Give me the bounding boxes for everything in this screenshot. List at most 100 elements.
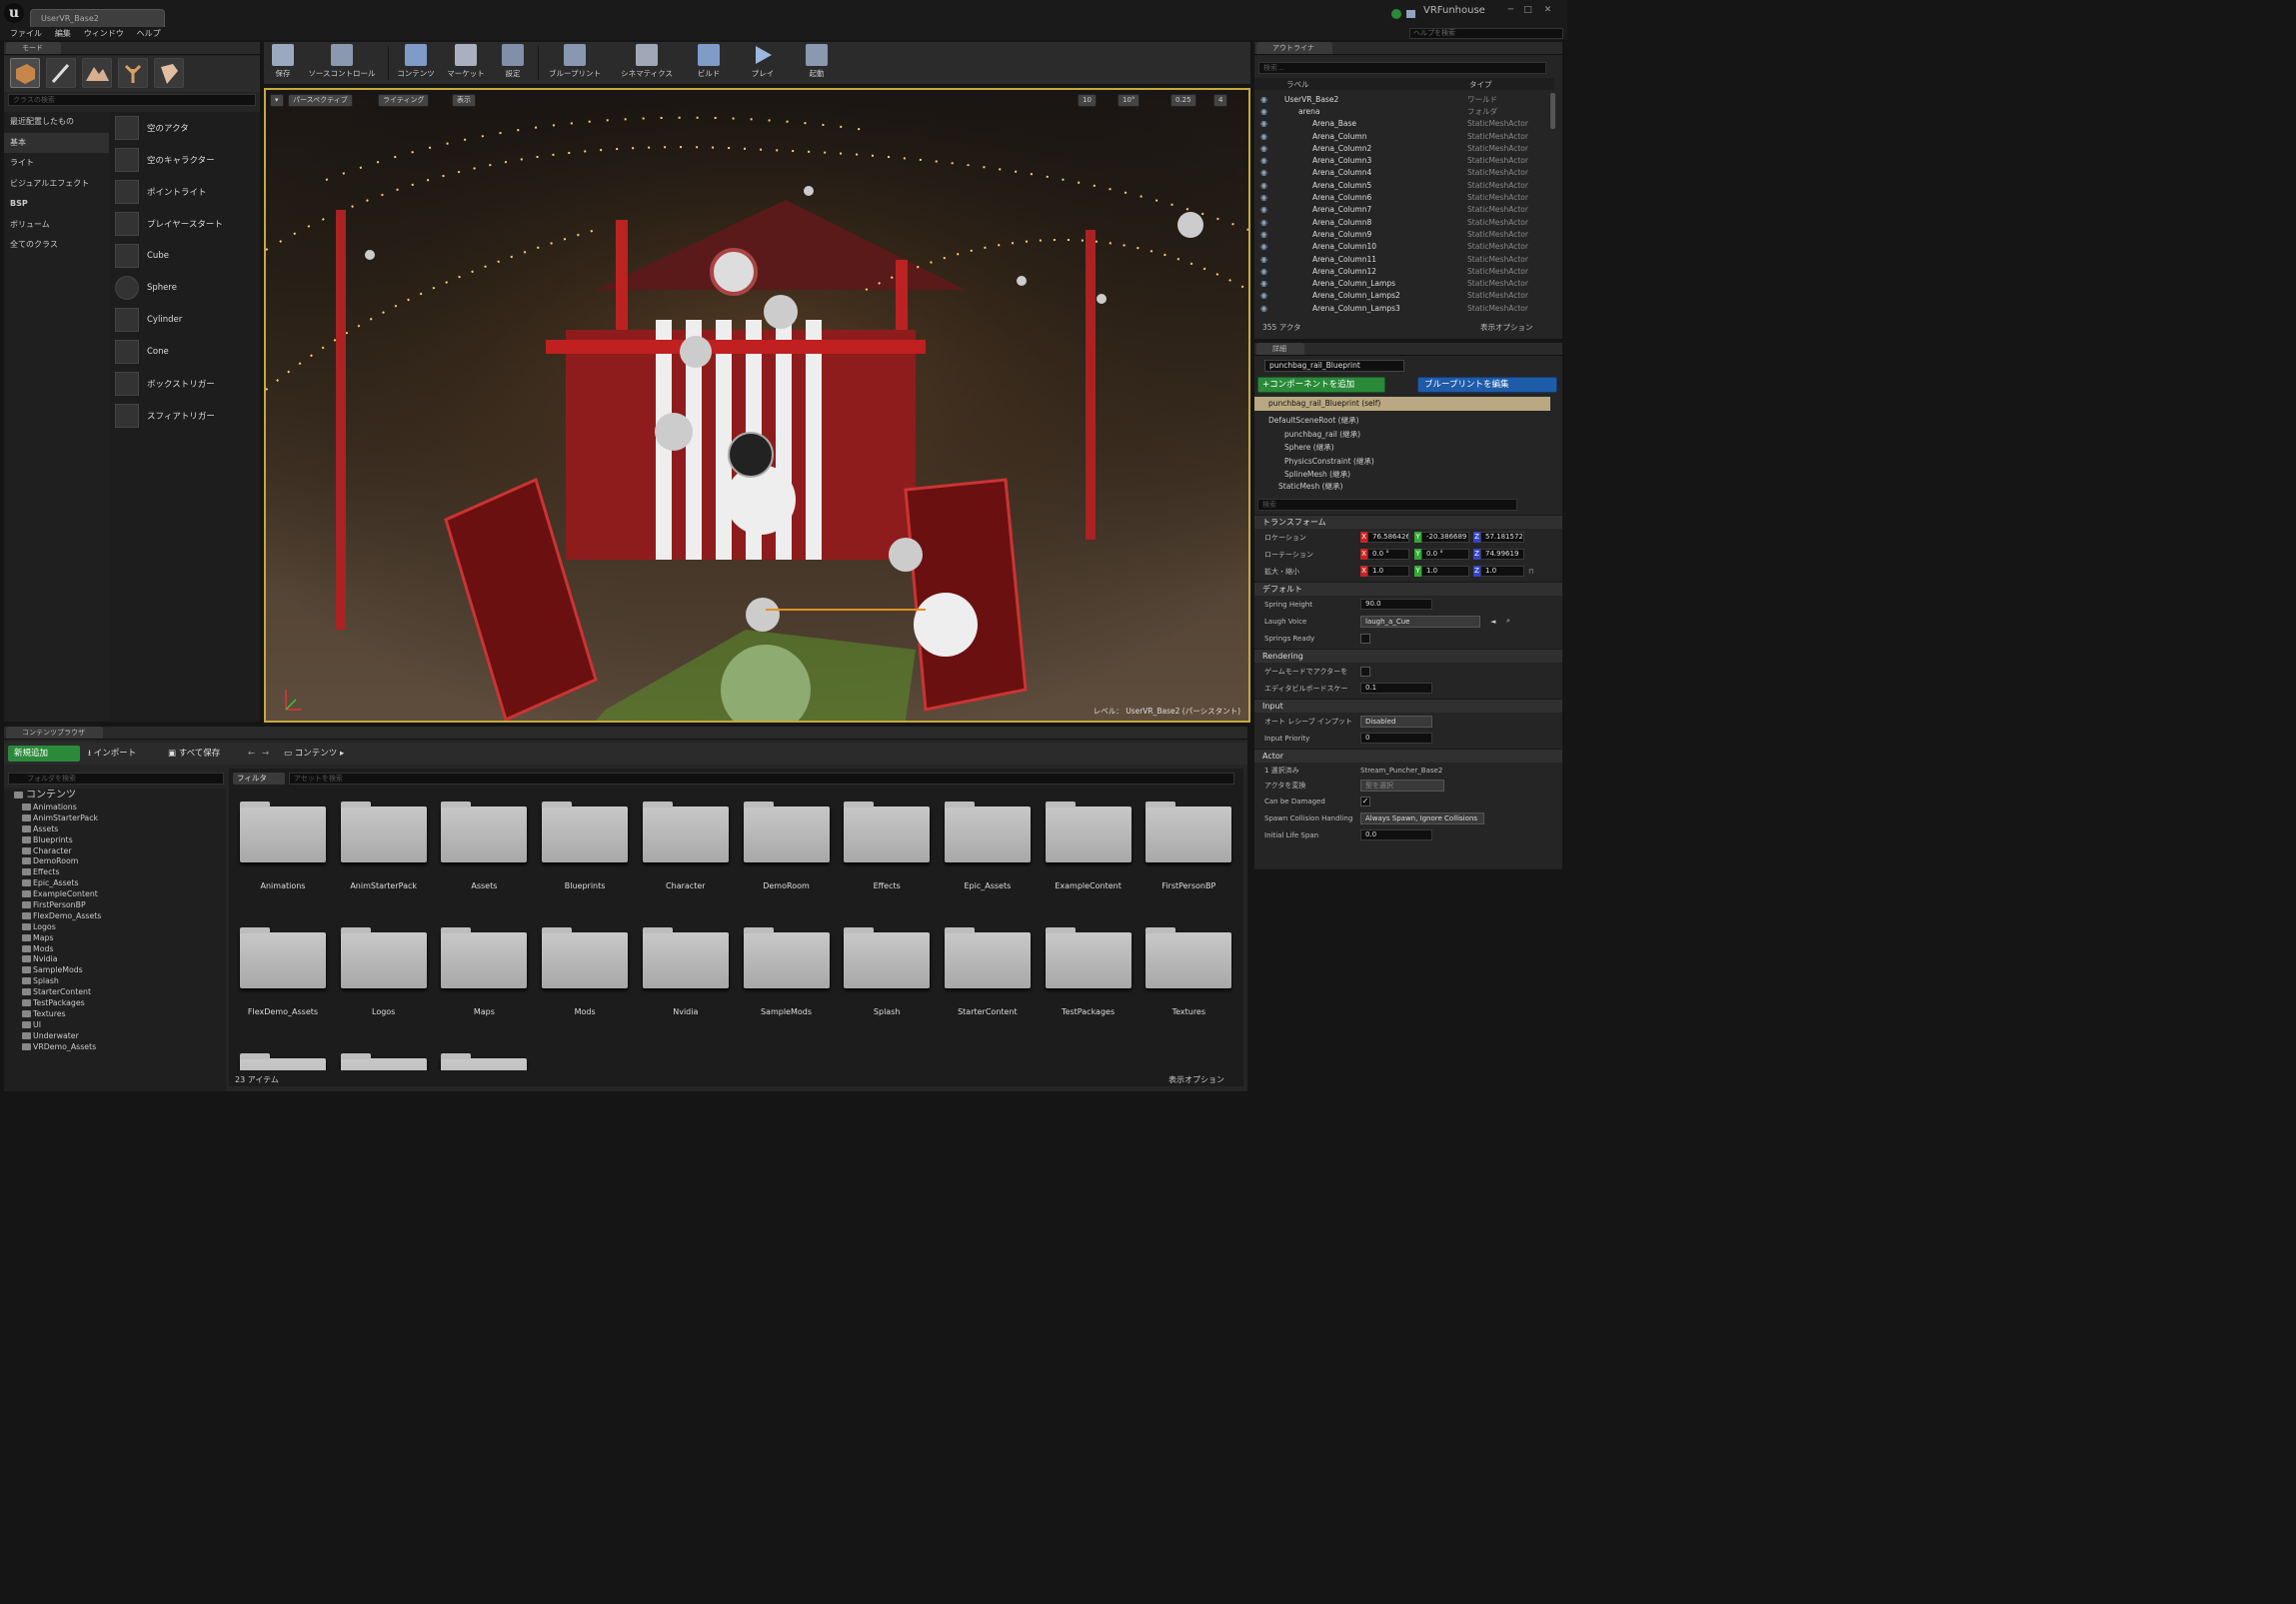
folder-tile[interactable]: Mods: [537, 914, 633, 1034]
item-cube[interactable]: Cube: [109, 240, 260, 272]
folder-tile[interactable]: FirstPersonBP: [1141, 789, 1233, 908]
outliner-row[interactable]: ◉ Arena_Column5 StaticMeshActor: [1254, 179, 1548, 191]
scale-snap-value[interactable]: 0.25: [1170, 94, 1196, 107]
folder-tile[interactable]: Textures: [1141, 914, 1233, 1034]
scene-render[interactable]: ▾ パースペクティブ ライティング 表示 10 10° 0.25 4 レベル： …: [266, 90, 1248, 721]
editor-billboard-field[interactable]: 0.1: [1360, 683, 1432, 694]
folder-tile[interactable]: Nvidia: [638, 914, 734, 1034]
visibility-eye-icon[interactable]: ◉: [1260, 205, 1270, 214]
settings-button[interactable]: 設定: [496, 44, 530, 82]
item-point-light[interactable]: ポイントライト: [109, 176, 260, 208]
outliner-row[interactable]: ◉ Arena_Base StaticMeshActor: [1254, 118, 1548, 130]
component-row[interactable]: SplineMesh (継承): [1262, 468, 1550, 482]
outliner-row[interactable]: ◉ Arena_Column6 StaticMeshActor: [1254, 191, 1548, 203]
minimize-button[interactable]: ─: [1504, 6, 1517, 15]
visibility-eye-icon[interactable]: ◉: [1260, 255, 1270, 264]
asset-search-input[interactable]: アセットを検索: [289, 773, 1234, 785]
maximize-button[interactable]: □: [1521, 6, 1534, 15]
visibility-eye-icon[interactable]: ◉: [1260, 132, 1270, 141]
visibility-eye-icon[interactable]: ◉: [1260, 95, 1270, 104]
menu-help[interactable]: ヘルプ: [137, 27, 161, 40]
tree-folder-item[interactable]: TestPackages: [4, 997, 226, 1008]
place-mode-icon[interactable]: [10, 58, 40, 88]
landscape-mode-icon[interactable]: [82, 58, 112, 88]
item-empty-character[interactable]: 空のキャラクター: [109, 144, 260, 176]
lock-icon[interactable]: ⊓: [1528, 568, 1533, 576]
hidden-in-game-checkbox[interactable]: [1360, 666, 1370, 677]
foliage-mode-icon[interactable]: [118, 58, 148, 88]
folder-tile[interactable]: FlexDemo_Assets: [235, 914, 331, 1034]
rotation-z-field[interactable]: 74.99619: [1480, 549, 1524, 560]
outliner-view-options[interactable]: 表示オプション: [1480, 320, 1533, 336]
item-empty-actor[interactable]: 空のアクタ: [109, 112, 260, 144]
outliner-row[interactable]: ◉ Arena_Column2 StaticMeshActor: [1254, 142, 1548, 154]
lighting-dropdown[interactable]: ライティング: [378, 94, 430, 107]
viewport-options-dropdown[interactable]: ▾: [270, 94, 284, 107]
scale-label[interactable]: 拡大・縮小: [1254, 567, 1354, 577]
grid-snap-value[interactable]: 10: [1078, 94, 1097, 107]
modes-tab[interactable]: モード: [6, 42, 61, 54]
spawn-collision-dropdown[interactable]: Always Spawn, Ignore Collisions: [1360, 811, 1484, 824]
folder-tile[interactable]: DemoRoom: [739, 789, 835, 908]
details-search-input[interactable]: 検索: [1257, 499, 1517, 511]
camera-speed-value[interactable]: 4: [1213, 94, 1228, 107]
scale-x-field[interactable]: 1.0: [1367, 566, 1409, 577]
item-sphere-trigger[interactable]: スフィアトリガー: [109, 400, 260, 432]
folder-tile[interactable]: Epic_Assets: [940, 789, 1036, 908]
details-tab[interactable]: 詳細: [1256, 343, 1304, 355]
actor-name-field[interactable]: punchbag_rail_Blueprint: [1264, 360, 1404, 372]
auto-receive-dropdown[interactable]: Disabled: [1360, 715, 1432, 728]
outliner-row[interactable]: ◉ UserVR_Base2 ワールド: [1254, 93, 1548, 105]
edit-blueprint-button[interactable]: ブループリントを編集: [1417, 377, 1557, 393]
browse-search-icon[interactable]: ⌕: [1506, 617, 1510, 626]
source-control-icon[interactable]: [1389, 7, 1419, 21]
folder-tile[interactable]: ExampleContent: [1041, 789, 1137, 908]
label-column[interactable]: ラベル: [1286, 79, 1309, 90]
cinematics-button[interactable]: シネマティクス: [614, 44, 680, 82]
tree-folder-item[interactable]: ExampleContent: [4, 888, 226, 899]
location-x-field[interactable]: 76.586426: [1367, 532, 1409, 543]
tree-folder-item[interactable]: FirstPersonBP: [4, 899, 226, 910]
visibility-eye-icon[interactable]: ◉: [1260, 267, 1270, 276]
tree-folder-item[interactable]: Nvidia: [4, 953, 226, 964]
component-row[interactable]: Sphere (継承): [1262, 441, 1550, 455]
outliner-row[interactable]: ◉ Arena_Column10 StaticMeshActor: [1254, 241, 1548, 253]
tree-folder-item[interactable]: Textures: [4, 1008, 226, 1019]
scale-y-field[interactable]: 1.0: [1421, 566, 1469, 577]
outliner-row[interactable]: ◉ Arena_Column3 StaticMeshActor: [1254, 154, 1548, 166]
visibility-eye-icon[interactable]: ◉: [1260, 168, 1270, 177]
outliner-row[interactable]: ◉ Arena_Column12 StaticMeshActor: [1254, 265, 1548, 277]
tree-folder-item[interactable]: StarterContent: [4, 986, 226, 997]
outliner-row[interactable]: ◉ Arena_Column9 StaticMeshActor: [1254, 228, 1548, 240]
tree-folder-item[interactable]: Epic_Assets: [4, 877, 226, 888]
tree-folder-item[interactable]: Assets: [4, 823, 226, 834]
visibility-eye-icon[interactable]: ◉: [1260, 193, 1270, 202]
menu-window[interactable]: ウィンドウ: [84, 27, 124, 40]
folder-tile[interactable]: Animations: [235, 789, 331, 908]
scale-z-field[interactable]: 1.0: [1480, 566, 1524, 577]
content-browser-tab[interactable]: コンテンツブラウザ: [6, 727, 103, 739]
category-visual-effects[interactable]: ビジュアルエフェクト: [4, 174, 109, 195]
outliner-row[interactable]: ◉ Arena_Column_Lamps2 StaticMeshActor: [1254, 290, 1548, 302]
close-button[interactable]: ✕: [1541, 6, 1554, 15]
tree-folder-item[interactable]: Logos: [4, 921, 226, 932]
input-section-header[interactable]: Input: [1254, 699, 1562, 713]
tree-folder-item[interactable]: Splash: [4, 975, 226, 986]
tree-folder-item[interactable]: Blueprints: [4, 834, 226, 845]
tree-folder-item[interactable]: DemoRoom: [4, 855, 226, 866]
tree-folder-item[interactable]: FlexDemo_Assets: [4, 910, 226, 921]
visibility-eye-icon[interactable]: ◉: [1260, 156, 1270, 165]
category-recent[interactable]: 最近配置したもの: [4, 112, 109, 133]
visibility-eye-icon[interactable]: ◉: [1260, 291, 1270, 300]
filter-button[interactable]: フィルタ: [233, 773, 285, 785]
history-forward-button[interactable]: →: [262, 746, 269, 762]
component-row[interactable]: PhysicsConstraint (継承): [1262, 455, 1550, 469]
outliner-scrollbar[interactable]: [1550, 93, 1555, 129]
save-button[interactable]: 保存: [268, 44, 298, 82]
visibility-eye-icon[interactable]: ◉: [1260, 107, 1270, 116]
add-new-button[interactable]: 新規追加: [8, 746, 80, 762]
springs-ready-checkbox[interactable]: [1360, 633, 1370, 644]
category-bsp[interactable]: BSP: [4, 194, 109, 215]
rotation-label[interactable]: ローテーション: [1254, 550, 1354, 560]
outliner-row[interactable]: ◉ Arena_Column8 StaticMeshActor: [1254, 216, 1548, 228]
